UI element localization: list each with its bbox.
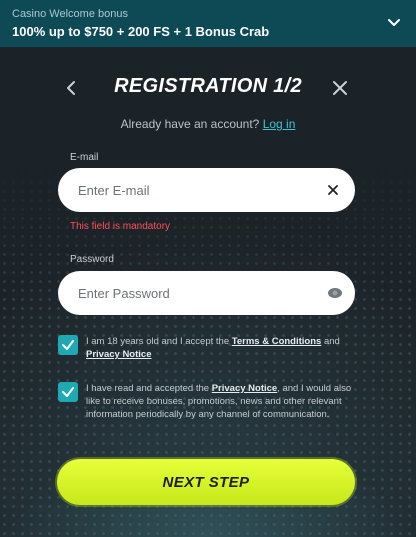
modal-header: REGISTRATION 1/2 [0, 75, 416, 101]
checkmark-icon [62, 340, 74, 350]
email-label: E-mail [70, 152, 99, 163]
login-prompt: Already have an account? Log in [0, 117, 416, 131]
marketing-checkbox[interactable] [58, 382, 78, 402]
checkmark-icon [62, 387, 74, 397]
chevron-down-icon[interactable] [386, 14, 402, 30]
bonus-offer: 100% up to $750 + 200 FS + 1 Bonus Crab [12, 24, 270, 39]
email-field[interactable] [58, 168, 355, 212]
bonus-banner[interactable]: Casino Welcome bonus 100% up to $750 + 2… [0, 0, 416, 47]
privacy-link-2[interactable]: Privacy Notice [212, 383, 277, 394]
eye-icon[interactable] [327, 287, 343, 299]
age-terms-text-start: I am 18 years old and I accept the [86, 336, 232, 347]
password-field[interactable] [58, 271, 355, 315]
marketing-text: I have read and accepted the Privacy Not… [86, 382, 356, 421]
bonus-subtitle: Casino Welcome bonus [12, 8, 128, 20]
next-step-button[interactable]: NEXT STEP [57, 459, 355, 505]
email-error: This field is mandatory [70, 221, 171, 232]
marketing-text-start: I have read and accepted the [86, 383, 212, 394]
age-terms-text: I am 18 years old and I accept the Terms… [86, 335, 356, 361]
password-label: Password [70, 254, 114, 265]
age-terms-checkbox[interactable] [58, 335, 78, 355]
registration-modal: REGISTRATION 1/2 Already have an account… [0, 47, 416, 537]
already-account-text: Already have an account? [120, 117, 260, 131]
close-icon[interactable] [331, 79, 349, 97]
terms-link[interactable]: Terms & Conditions [232, 336, 322, 347]
modal-title: REGISTRATION 1/2 [114, 75, 302, 97]
login-link[interactable]: Log in [263, 117, 296, 131]
clear-input-icon[interactable] [326, 183, 340, 197]
privacy-link-1[interactable]: Privacy Notice [86, 349, 151, 360]
age-terms-text-mid: and [321, 336, 340, 347]
